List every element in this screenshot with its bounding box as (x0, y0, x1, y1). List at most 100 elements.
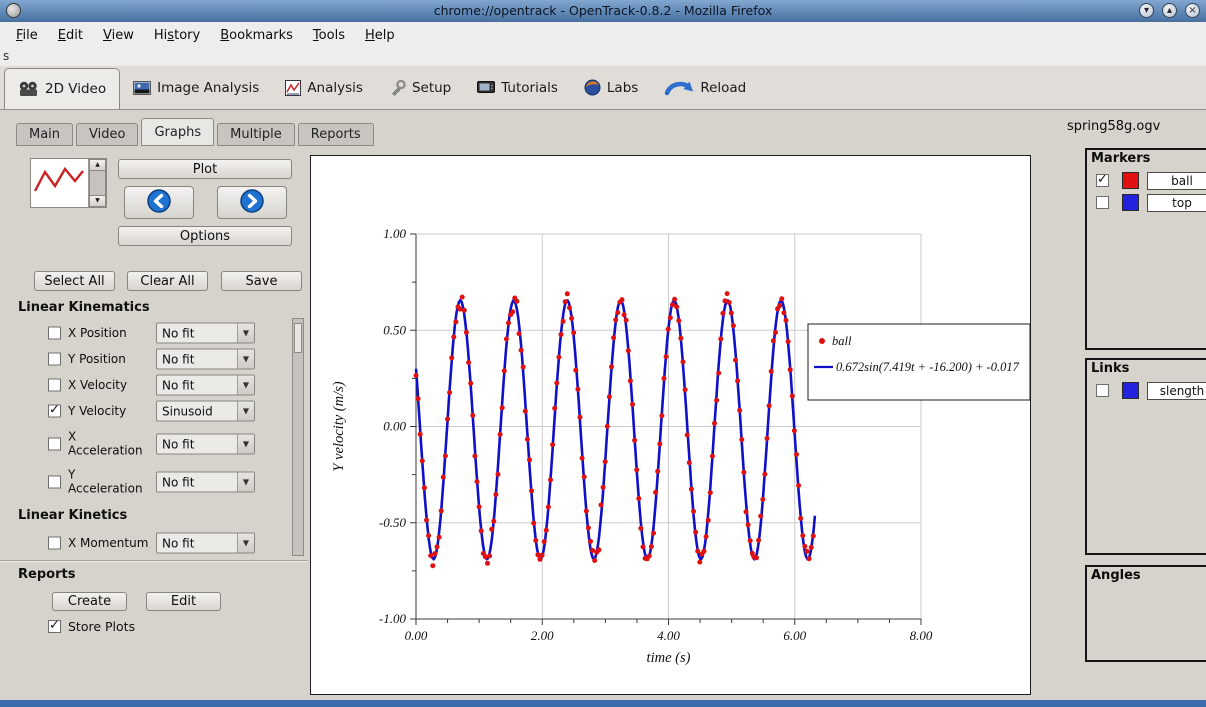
create-report-button[interactable]: Create (52, 592, 127, 611)
row-x-acceleration: X Acceleration No fit ▼ (0, 426, 292, 462)
svg-text:0.50: 0.50 (383, 322, 406, 337)
marker-top-checkbox[interactable] (1096, 196, 1109, 209)
plot-spinner-track[interactable] (89, 171, 106, 195)
tab-reports[interactable]: Reports (298, 123, 374, 146)
y-velocity-plot[interactable]: 0.002.004.006.008.001.000.500.00-0.50-1.… (311, 156, 1030, 694)
plot-preview[interactable]: ▲ ▼ (30, 158, 107, 208)
toolbar-tab-reload[interactable]: Reload (651, 66, 759, 109)
next-plot-button[interactable] (217, 186, 287, 219)
plot-spinner-down-icon[interactable]: ▼ (89, 195, 106, 207)
angles-title: Angles (1091, 568, 1141, 583)
plot-button[interactable]: Plot (118, 159, 292, 179)
svg-text:0.00: 0.00 (405, 628, 428, 643)
marker-top-color-swatch[interactable] (1122, 194, 1139, 211)
fit-value: No fit (157, 326, 237, 340)
options-button[interactable]: Options (118, 226, 292, 246)
x-position-fit-dropdown[interactable]: No fit ▼ (156, 323, 255, 344)
y-velocity-checkbox[interactable] (48, 405, 61, 418)
x-momentum-fit-dropdown[interactable]: No fit ▼ (156, 533, 255, 554)
fit-value: No fit (157, 536, 237, 550)
marker-ball-checkbox[interactable] (1096, 174, 1109, 187)
titlebar[interactable]: chrome://opentrack - OpenTrack-0.8.2 - M… (0, 0, 1206, 22)
svg-text:0.00: 0.00 (383, 419, 406, 434)
chevron-down-icon: ▼ (237, 473, 254, 492)
y-position-checkbox[interactable] (48, 353, 61, 366)
toolbar-tab-tutorials[interactable]: Tutorials (464, 66, 571, 109)
x-position-checkbox[interactable] (48, 327, 61, 340)
save-button[interactable]: Save (221, 271, 302, 291)
edit-report-button[interactable]: Edit (146, 592, 221, 611)
image-analysis-icon (133, 81, 151, 95)
main-toolbar: 2D Video Image Analysis Analysis Setup T… (0, 66, 1206, 110)
fit-value: No fit (157, 352, 237, 366)
chevron-down-icon: ▼ (237, 350, 254, 369)
menu-help[interactable]: Help (355, 25, 405, 46)
menu-tools[interactable]: Tools (303, 25, 355, 46)
menu-file[interactable]: File (6, 25, 48, 46)
svg-text:2.00: 2.00 (531, 628, 554, 643)
marker-top-label[interactable]: top (1147, 194, 1206, 212)
toolbar-tab-labs[interactable]: Labs (571, 66, 651, 109)
film-projector-icon (18, 81, 39, 97)
toolbar-tab-image-analysis[interactable]: Image Analysis (120, 66, 272, 109)
tools-wrench-icon (389, 79, 406, 96)
reports-divider (0, 560, 308, 562)
y-velocity-label: Y Velocity (68, 404, 152, 418)
menubar: File Edit View History Bookmarks Tools H… (0, 22, 1206, 48)
row-x-velocity: X Velocity No fit ▼ (0, 372, 292, 398)
toolbar-tab-label: Setup (412, 80, 451, 96)
chevron-down-icon: ▼ (237, 534, 254, 553)
menu-edit[interactable]: Edit (48, 25, 93, 46)
maximize-button[interactable]: ▴ (1162, 3, 1177, 18)
row-y-acceleration: Y Acceleration No fit ▼ (0, 464, 292, 500)
menu-view[interactable]: View (93, 25, 144, 46)
toolbar-tab-2d-video[interactable]: 2D Video (4, 68, 120, 109)
linear-kinetics-header: Linear Kinetics (18, 508, 127, 523)
minimize-button[interactable]: ▾ (1139, 3, 1154, 18)
menu-bookmarks[interactable]: Bookmarks (210, 25, 303, 46)
toolbar-tab-label: Labs (607, 80, 638, 96)
tab-main[interactable]: Main (16, 123, 73, 146)
y-acceleration-fit-dropdown[interactable]: No fit ▼ (156, 472, 255, 493)
toolbar-tab-label: Reload (700, 80, 746, 96)
marker-ball-color-swatch[interactable] (1122, 172, 1139, 189)
row-x-position: X Position No fit ▼ (0, 320, 292, 346)
marker-row-top: top (1087, 194, 1206, 214)
opentrack-window: chrome://opentrack - OpenTrack-0.8.2 - M… (0, 0, 1206, 707)
tab-multiple[interactable]: Multiple (217, 123, 295, 146)
x-velocity-fit-dropdown[interactable]: No fit ▼ (156, 375, 255, 396)
svg-text:-0.50: -0.50 (379, 515, 407, 530)
svg-text:8.00: 8.00 (910, 628, 933, 643)
x-acceleration-checkbox[interactable] (48, 438, 61, 451)
y-acceleration-checkbox[interactable] (48, 476, 61, 489)
x-momentum-checkbox[interactable] (48, 537, 61, 550)
y-velocity-fit-dropdown[interactable]: Sinusoid ▼ (156, 401, 255, 422)
linear-kinematics-header: Linear Kinematics (18, 300, 150, 315)
x-acceleration-fit-dropdown[interactable]: No fit ▼ (156, 434, 255, 455)
link-slength-checkbox[interactable] (1096, 384, 1109, 397)
link-slength-label[interactable]: slength (1147, 382, 1206, 400)
tab-graphs[interactable]: Graphs (141, 118, 214, 146)
menu-history[interactable]: History (144, 25, 210, 46)
select-all-button[interactable]: Select All (34, 271, 115, 291)
clear-all-button[interactable]: Clear All (127, 271, 208, 291)
svg-text:6.00: 6.00 (783, 628, 806, 643)
previous-plot-button[interactable] (124, 186, 194, 219)
link-slength-color-swatch[interactable] (1122, 382, 1139, 399)
x-velocity-checkbox[interactable] (48, 379, 61, 392)
tab-video[interactable]: Video (76, 123, 138, 146)
kinematics-scrollbar[interactable] (292, 318, 304, 556)
svg-text:4.00: 4.00 (657, 628, 680, 643)
toolbar-tab-setup[interactable]: Setup (376, 66, 464, 109)
y-position-fit-dropdown[interactable]: No fit ▼ (156, 349, 255, 370)
store-plots-checkbox[interactable] (48, 620, 61, 633)
plot-thumbnail-icon (31, 159, 89, 207)
plot-spinner-up-icon[interactable]: ▲ (89, 159, 106, 171)
toolbar-tab-label: Analysis (307, 80, 363, 96)
toolbar-tab-analysis[interactable]: Analysis (272, 66, 376, 109)
close-button[interactable]: × (1185, 3, 1200, 18)
x-acceleration-label: X Acceleration (68, 430, 152, 459)
y-acceleration-label: Y Acceleration (68, 468, 152, 497)
scrollbar-thumb[interactable] (294, 323, 302, 353)
marker-ball-label[interactable]: ball (1147, 172, 1206, 190)
